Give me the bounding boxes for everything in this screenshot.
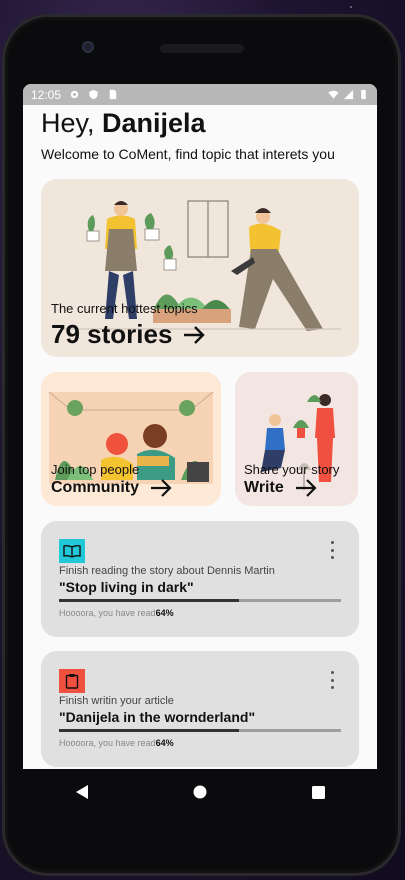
system-navigation-bar (23, 769, 377, 815)
back-button[interactable] (74, 784, 90, 800)
recents-button[interactable] (310, 784, 326, 800)
back-icon (76, 785, 88, 799)
write-title-row: Write (244, 478, 318, 498)
username: Danijela (102, 108, 206, 138)
status-bar: 12:05 (23, 84, 377, 105)
task-subtitle: Finish reading the story about Dennis Ma… (59, 565, 275, 577)
progress-label: Hoooora, you have read (59, 608, 156, 618)
progress-text: Hoooora, you have read64% (59, 608, 174, 618)
arrow-right-icon (295, 479, 317, 497)
app-screen: 12:05 Hey, Danijela Welcome to CoMent, f… (23, 84, 377, 769)
shield-icon (89, 89, 98, 100)
task-subtitle: Finish writin your article (59, 695, 174, 707)
arrow-right-icon (151, 479, 172, 497)
battery-icon (361, 89, 366, 100)
community-subtitle: Join top people (51, 462, 140, 477)
task-title: "Stop living in dark" (59, 579, 194, 595)
community-card[interactable]: Join top people Community (41, 372, 221, 506)
welcome-text: Welcome to CoMent, find topic that inter… (41, 146, 335, 162)
more-options-icon[interactable] (329, 671, 335, 689)
task-icon-badge (59, 539, 85, 563)
community-title: Community (51, 479, 139, 496)
progress-value: 64% (155, 608, 174, 618)
reading-task-card[interactable]: Finish reading the story about Dennis Ma… (41, 521, 359, 637)
hot-topics-title: 79 stories (51, 319, 173, 349)
sim-card-icon (109, 89, 117, 100)
task-icon-badge (59, 669, 85, 693)
hot-topics-card[interactable]: The current hottest topics 79 stories (41, 179, 359, 357)
hot-topics-subtitle: The current hottest topics (51, 301, 198, 316)
progress-value: 64% (155, 738, 174, 748)
gear-icon (70, 90, 79, 99)
clipboard-icon (65, 674, 79, 689)
recents-icon (311, 785, 325, 799)
progress-fill (59, 599, 240, 602)
community-title-row: Community (51, 478, 173, 498)
greeting-prefix: Hey, (41, 108, 95, 138)
greeting: Hey, Danijela (41, 108, 206, 139)
earpiece-speaker (160, 44, 244, 53)
more-options-icon[interactable] (329, 541, 335, 559)
progress-bar (59, 729, 341, 732)
write-card[interactable]: Share your story Write (235, 372, 358, 506)
arrow-right-icon (184, 325, 206, 344)
writing-task-card[interactable]: Finish writin your article "Danijela in … (41, 651, 359, 767)
home-icon (193, 785, 207, 799)
write-title: Write (244, 479, 284, 496)
book-icon (63, 544, 81, 558)
front-camera (82, 41, 94, 53)
signal-icon (343, 89, 354, 100)
task-title: "Danijela in the wornderland" (59, 709, 256, 725)
wifi-icon (328, 90, 339, 99)
progress-label: Hoooora, you have read (59, 738, 156, 748)
progress-text: Hoooora, you have read64% (59, 738, 174, 748)
status-time: 12:05 (31, 87, 62, 102)
progress-bar (59, 599, 341, 602)
write-subtitle: Share your story (244, 462, 340, 477)
hot-topics-title-row: 79 stories (51, 319, 206, 350)
progress-fill (59, 729, 240, 732)
home-button[interactable] (192, 784, 208, 800)
